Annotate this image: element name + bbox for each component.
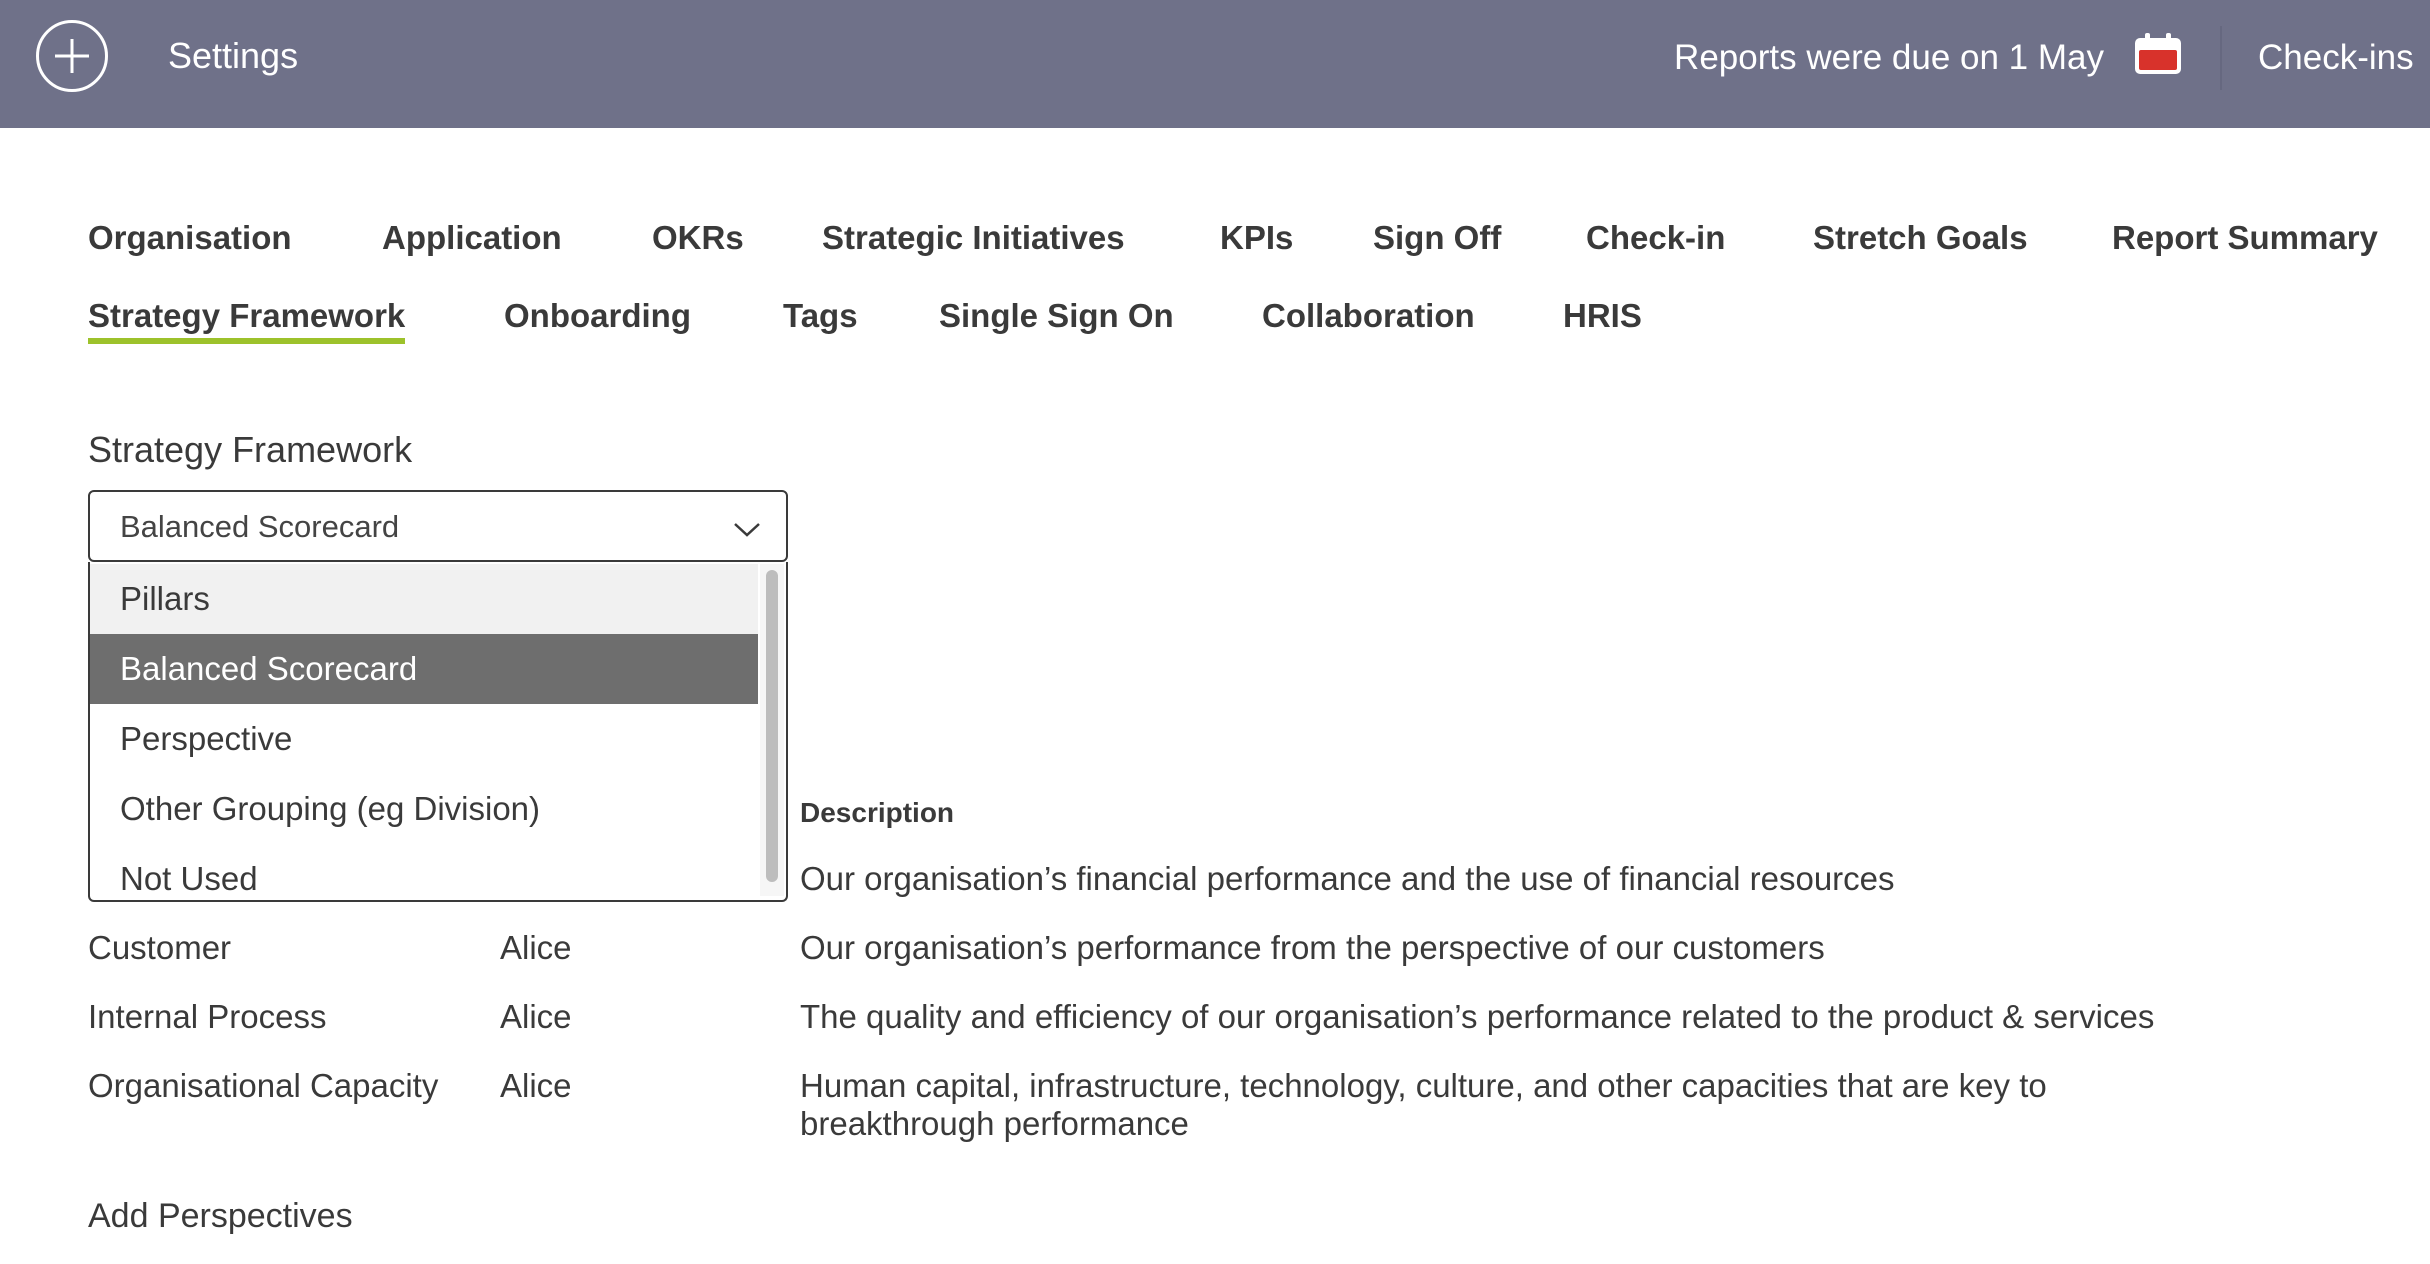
tab-collaboration[interactable]: Collaboration xyxy=(1262,296,1475,336)
option-not-used[interactable]: Not Used xyxy=(90,844,758,900)
description-header: Description xyxy=(800,797,955,828)
tab-kpis[interactable]: KPIs xyxy=(1220,218,1293,258)
add-perspectives-link[interactable]: Add Perspectives xyxy=(88,1196,353,1236)
calendar-icon[interactable] xyxy=(2133,32,2183,76)
strategy-framework-select[interactable]: Balanced Scorecard xyxy=(88,490,788,562)
row-description: Our organisation’s performance from the … xyxy=(800,929,1825,966)
tab-onboarding[interactable]: Onboarding xyxy=(504,296,691,336)
row-owner: Alice xyxy=(500,929,572,966)
page-title: Settings xyxy=(168,35,299,76)
row-description: The quality and efficiency of our organi… xyxy=(800,998,2155,1035)
tab-single-sign-on[interactable]: Single Sign On xyxy=(939,296,1174,336)
section-title: Strategy Framework xyxy=(88,429,413,470)
scrollbar-thumb[interactable] xyxy=(766,570,778,882)
option-perspective[interactable]: Perspective xyxy=(90,704,758,774)
checkins-link[interactable]: Check-ins xyxy=(2258,36,2414,80)
select-value: Balanced Scorecard xyxy=(120,509,400,544)
row-name: Organisational Capacity xyxy=(88,1067,439,1104)
tab-stretch-goals[interactable]: Stretch Goals xyxy=(1813,218,2028,258)
row-name: Internal Process xyxy=(88,998,327,1035)
top-divider xyxy=(2220,26,2222,90)
tab-hris[interactable]: HRIS xyxy=(1563,296,1642,336)
tab-strategy-framework[interactable]: Strategy Framework xyxy=(88,296,406,344)
tab-okrs[interactable]: OKRs xyxy=(652,218,744,258)
tab-organisation[interactable]: Organisation xyxy=(88,218,292,258)
option-balanced-scorecard[interactable]: Balanced Scorecard xyxy=(90,634,758,704)
option-other-grouping[interactable]: Other Grouping (eg Division) xyxy=(90,774,758,844)
row-owner: Alice xyxy=(500,1067,572,1104)
tab-strategic-initiatives[interactable]: Strategic Initiatives xyxy=(822,218,1125,258)
chevron-down-icon xyxy=(734,523,760,537)
tab-check-in[interactable]: Check-in xyxy=(1586,218,1725,258)
row-owner: Alice xyxy=(500,998,572,1035)
tab-tags[interactable]: Tags xyxy=(783,296,858,336)
option-pillars[interactable]: Pillars xyxy=(90,564,758,634)
tab-sign-off[interactable]: Sign Off xyxy=(1373,218,1501,258)
due-date-text: Reports were due on 1 May xyxy=(1674,38,2104,77)
tab-application[interactable]: Application xyxy=(382,218,562,258)
strategy-framework-options: Pillars Balanced Scorecard Perspective O… xyxy=(88,562,788,902)
row-name: Customer xyxy=(88,929,232,966)
dropdown-scrollbar[interactable] xyxy=(760,564,784,896)
row-description: Our organisation’s financial performance… xyxy=(800,860,1895,897)
tab-report-summary[interactable]: Report Summary xyxy=(2112,218,2378,258)
top-bar: Settings Reports were due on 1 May Check… xyxy=(0,0,2430,128)
add-icon[interactable] xyxy=(36,20,108,92)
row-description: Human capital, infrastructure, technolog… xyxy=(800,1067,2047,1142)
